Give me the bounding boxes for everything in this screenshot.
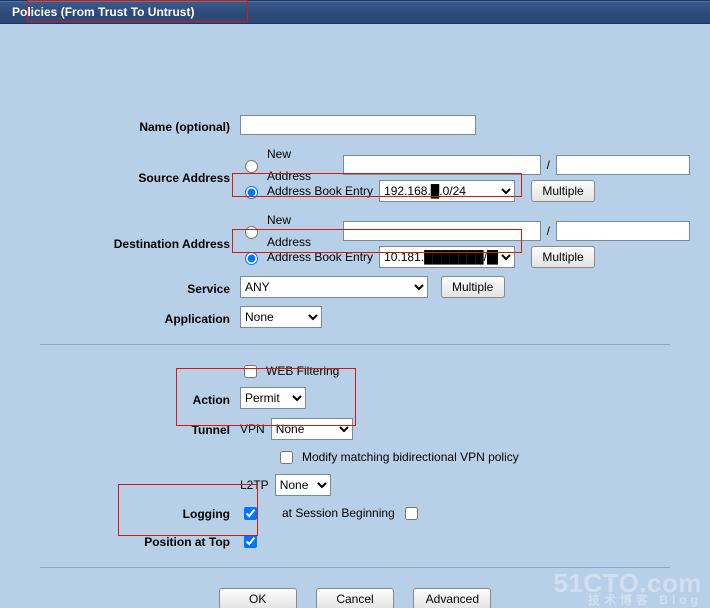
page-title: Policies (From Trust To Untrust) [6, 1, 200, 23]
divider-2 [40, 567, 670, 568]
label-vpn: VPN [240, 418, 265, 440]
l2tp-select[interactable]: None [275, 474, 331, 496]
ok-button[interactable]: OK [219, 588, 297, 608]
src-new-address-2[interactable] [556, 155, 690, 175]
src-new-address-1[interactable] [343, 155, 541, 175]
page-header: Policies (From Trust To Untrust) [0, 0, 710, 24]
dst-new-address-2[interactable] [556, 221, 690, 241]
spacer-webfilter [20, 359, 240, 361]
label-book-entry-src: Address Book Entry [267, 180, 373, 202]
cancel-button[interactable]: Cancel [316, 588, 394, 608]
label-web-filtering: WEB Filtering [266, 360, 339, 382]
label-service: Service [20, 276, 240, 300]
label-source-address: Source Address [20, 152, 240, 189]
dst-book-entry-select[interactable]: 10.181.███████/██ [379, 246, 515, 268]
dst-book-entry-radio[interactable] [245, 252, 258, 265]
name-input[interactable] [240, 115, 476, 135]
action-select[interactable]: Permit [240, 387, 306, 409]
label-tunnel: Tunnel [20, 417, 240, 441]
src-book-entry-radio[interactable] [245, 186, 258, 199]
modify-bidir-checkbox[interactable] [280, 451, 293, 464]
label-at-session-beginning: at Session Beginning [282, 502, 395, 524]
service-select[interactable]: ANY [240, 276, 428, 298]
spacer-modify [20, 445, 240, 447]
label-l2tp: L2TP [240, 474, 269, 496]
dst-new-address-1[interactable] [343, 221, 541, 241]
label-action: Action [20, 387, 240, 411]
dst-new-address-radio[interactable] [245, 226, 258, 239]
session-beginning-checkbox[interactable] [405, 507, 418, 520]
logging-checkbox[interactable] [244, 507, 257, 520]
service-multiple-button[interactable]: Multiple [441, 276, 505, 298]
src-multiple-button[interactable]: Multiple [531, 180, 595, 202]
slash-src: / [547, 154, 550, 176]
label-modify-bidir: Modify matching bidirectional VPN policy [302, 446, 519, 468]
label-position-at-top: Position at Top [20, 529, 240, 553]
src-new-address-radio[interactable] [245, 160, 258, 173]
application-select[interactable]: None [240, 306, 322, 328]
position-at-top-checkbox[interactable] [244, 535, 257, 548]
label-destination-address: Destination Address [20, 218, 240, 255]
src-book-entry-select[interactable]: 192.168.█.0/24 [379, 180, 515, 202]
slash-dst: / [547, 220, 550, 242]
advanced-button[interactable]: Advanced [413, 588, 491, 608]
label-application: Application [20, 306, 240, 330]
divider-1 [40, 344, 670, 345]
vpn-select[interactable]: None [271, 418, 353, 440]
button-bar: OK Cancel Advanced [20, 588, 690, 608]
label-logging: Logging [20, 501, 240, 525]
web-filtering-checkbox[interactable] [244, 365, 257, 378]
spacer-l2tp [20, 473, 240, 475]
label-book-entry-dst: Address Book Entry [267, 246, 373, 268]
policy-form: Name (optional) Source Address New Addre… [0, 24, 710, 608]
label-name: Name (optional) [20, 114, 240, 138]
dst-multiple-button[interactable]: Multiple [531, 246, 595, 268]
